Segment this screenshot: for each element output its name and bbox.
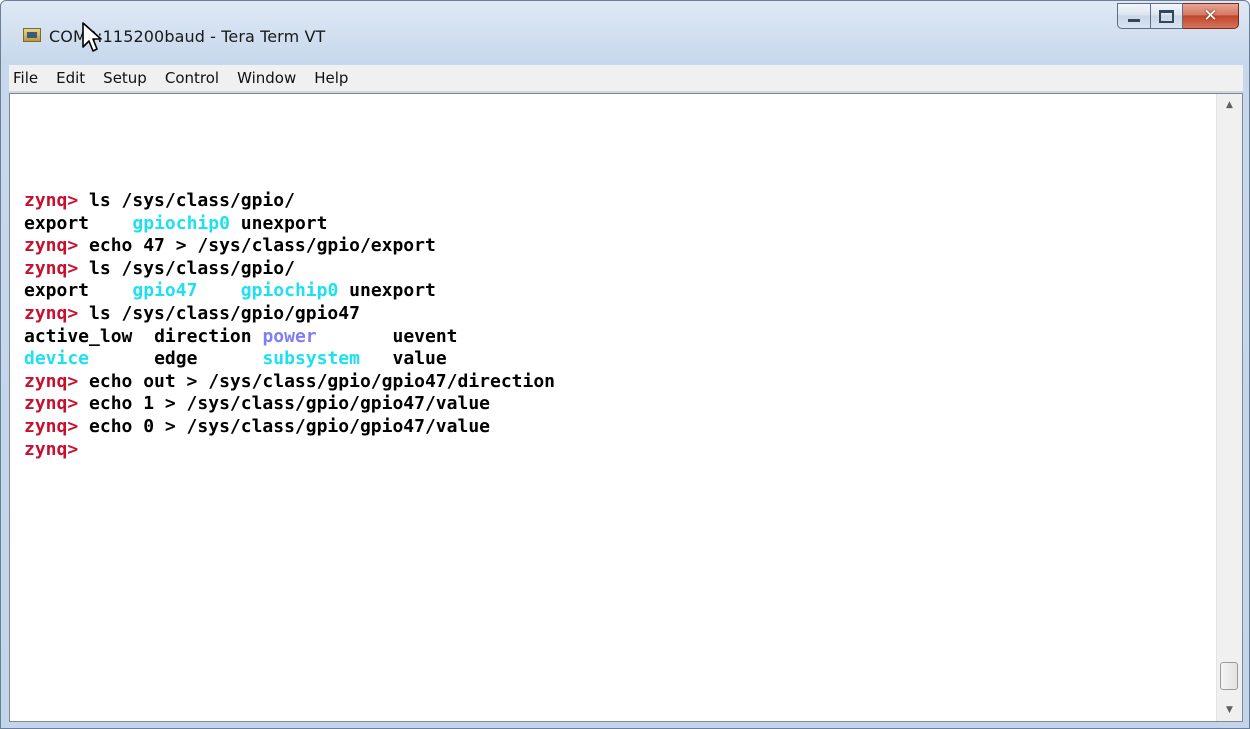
terminal-output-line: active_low direction power uevent (24, 326, 555, 349)
shell-prompt: zynq> (24, 415, 79, 437)
maximize-button[interactable] (1151, 3, 1183, 29)
listing-entry: gpio47 (132, 280, 198, 302)
minimize-button[interactable] (1117, 3, 1151, 29)
terminal-screen[interactable]: zynq> ls /sys/class/gpio/export gpiochip… (9, 93, 1243, 722)
terminal-command-line: zynq> echo 1 > /sys/class/gpio/gpio47/va… (24, 393, 555, 416)
menu-control[interactable]: Control (156, 69, 228, 87)
listing-entry: active_low (24, 325, 133, 347)
tera-term-window: COM9:115200baud - Tera Term VT ✕ File Ed… (0, 0, 1250, 729)
terminal-output-line: device edge subsystem value (24, 348, 555, 371)
scrollbar-thumb[interactable] (1220, 662, 1238, 690)
terminal-command-line: zynq> (24, 439, 555, 462)
shell-prompt: zynq> (24, 438, 79, 460)
shell-prompt: zynq> (24, 370, 79, 392)
scroll-up-arrow-icon[interactable]: ▲ (1217, 94, 1242, 116)
listing-entry: uevent (392, 325, 458, 347)
menu-window[interactable]: Window (228, 69, 305, 87)
command-text: echo 0 > /sys/class/gpio/gpio47/value (78, 415, 490, 437)
shell-prompt: zynq> (24, 190, 79, 211)
maximize-icon (1159, 9, 1174, 23)
shell-prompt: zynq> (24, 235, 79, 257)
close-button[interactable]: ✕ (1183, 3, 1239, 29)
command-text: echo 47 > /sys/class/gpio/export (78, 235, 436, 257)
close-icon: ✕ (1203, 5, 1218, 26)
terminal-command-line: zynq> echo 0 > /sys/class/gpio/gpio47/va… (24, 416, 555, 439)
listing-entry: edge (154, 348, 198, 370)
shell-prompt: zynq> (24, 393, 79, 415)
listing-entry: direction (154, 325, 252, 347)
terminal-output-line: export gpiochip0 unexport (24, 213, 555, 236)
menu-bar: File Edit Setup Control Window Help (9, 65, 1243, 92)
window-controls: ✕ (1117, 3, 1239, 29)
terminal-command-line: zynq> ls /sys/class/gpio/ (24, 190, 555, 213)
listing-entry: unexport (240, 212, 328, 234)
terminal-output-line: export gpio47 gpiochip0 unexport (24, 280, 555, 303)
listing-entry: subsystem (262, 348, 360, 370)
listing-entry: unexport (349, 280, 436, 302)
menu-edit[interactable]: Edit (47, 69, 94, 87)
terminal-command-line: zynq> echo 47 > /sys/class/gpio/export (24, 235, 555, 258)
listing-entry: export (24, 212, 90, 234)
minimize-icon (1128, 18, 1140, 22)
menu-help[interactable]: Help (305, 69, 357, 87)
menu-file[interactable]: File (9, 69, 47, 87)
title-bar[interactable]: COM9:115200baud - Tera Term VT ✕ (1, 1, 1249, 65)
listing-entry: value (392, 348, 447, 370)
command-text: echo out > /sys/class/gpio/gpio47/direct… (78, 370, 556, 392)
listing-entry: gpiochip0 (240, 280, 339, 302)
vertical-scrollbar[interactable]: ▲ ▼ (1216, 94, 1242, 721)
terminal-output: zynq> ls /sys/class/gpio/export gpiochip… (24, 190, 555, 461)
terminal-command-line: zynq> ls /sys/class/gpio/ (24, 258, 555, 281)
command-text: ls /sys/class/gpio/gpio47 (78, 302, 360, 324)
scroll-down-arrow-icon[interactable]: ▼ (1217, 699, 1242, 721)
mouse-pointer-icon (82, 22, 102, 52)
listing-entry: power (262, 325, 317, 347)
command-text: echo 1 > /sys/class/gpio/gpio47/value (78, 393, 490, 415)
menu-setup[interactable]: Setup (94, 69, 156, 87)
tera-term-icon[interactable] (23, 28, 41, 42)
listing-entry: gpiochip0 (132, 212, 230, 234)
listing-entry: device (24, 348, 90, 370)
terminal-command-line: zynq> echo out > /sys/class/gpio/gpio47/… (24, 371, 555, 394)
terminal-command-line: zynq> ls /sys/class/gpio/gpio47 (24, 303, 555, 326)
command-text: ls /sys/class/gpio/ (78, 190, 295, 211)
shell-prompt: zynq> (24, 257, 79, 279)
command-text: ls /sys/class/gpio/ (78, 257, 295, 279)
shell-prompt: zynq> (24, 302, 79, 324)
listing-entry: export (24, 280, 90, 302)
